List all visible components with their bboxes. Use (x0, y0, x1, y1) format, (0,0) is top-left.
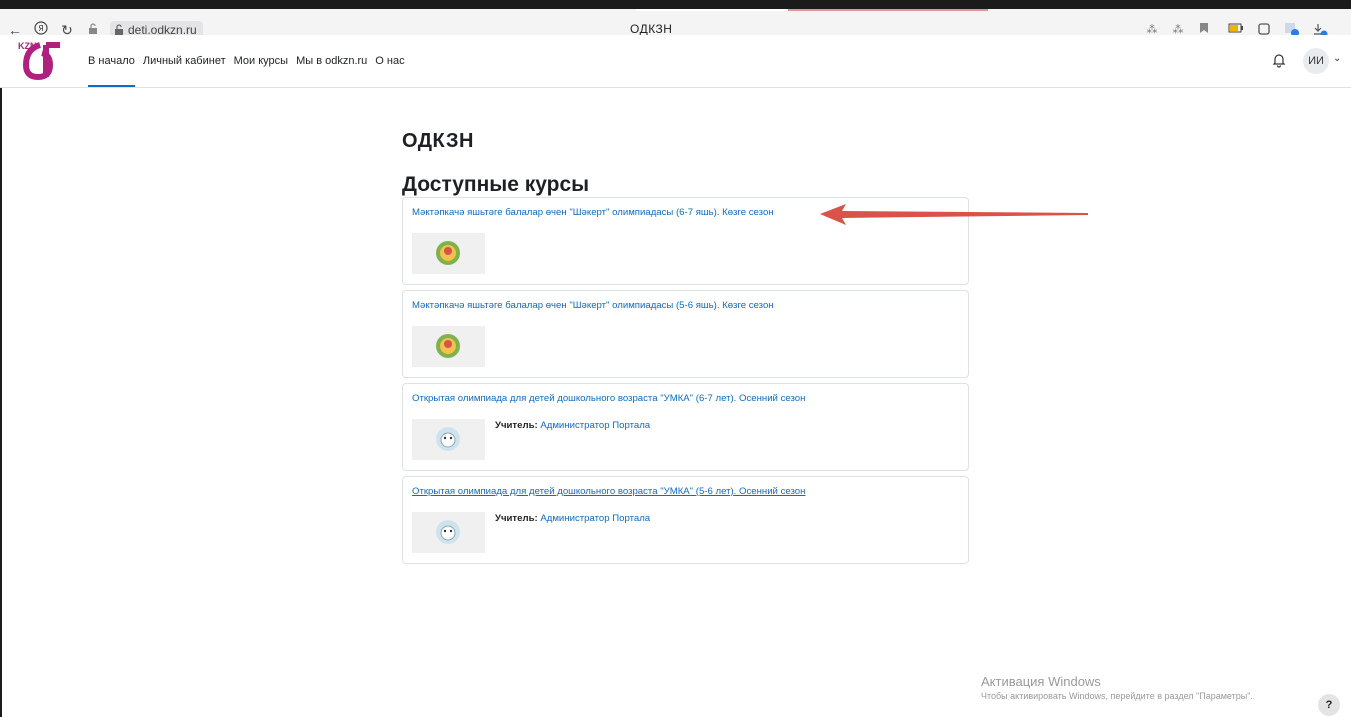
site-logo[interactable]: KZN (16, 39, 64, 81)
page-title: ОДКЗН (402, 130, 474, 152)
watermark-subtitle: Чтобы активировать Windows, перейдите в … (981, 691, 1253, 701)
lock-icon (115, 24, 123, 35)
annotation-arrow (820, 204, 1088, 225)
course-link[interactable]: Открытая олимпиада для детей дошкольного… (412, 486, 805, 497)
course-card: Мәктәпкачә яшьтәге балалар өчен "Шәкерт"… (402, 290, 969, 378)
bell-icon[interactable] (1272, 52, 1286, 68)
watermark-title: Активация Windows (981, 674, 1101, 689)
nav-item-about[interactable]: О нас (375, 35, 404, 88)
teacher-link[interactable]: Администратор Портала (540, 513, 650, 524)
teacher-label: Учитель: (495, 513, 538, 524)
teacher-link[interactable]: Администратор Портала (540, 420, 650, 431)
window-edge (0, 35, 2, 717)
course-card: Открытая олимпиада для детей дошкольного… (402, 476, 969, 564)
course-teacher: Учитель: Администратор Портала (495, 513, 650, 524)
course-link[interactable]: Мәктәпкачә яшьтәге балалар өчен "Шәкерт"… (412, 207, 774, 218)
course-link[interactable]: Открытая олимпиада для детей дошкольного… (412, 393, 805, 404)
nav-item-social[interactable]: Мы в odkzn.ru (296, 35, 367, 88)
nav-item-my-courses[interactable]: Мои курсы (234, 35, 288, 88)
nav-item-home[interactable]: В начало (88, 35, 135, 88)
course-image[interactable] (412, 233, 485, 274)
course-link[interactable]: Мәктәпкачә яшьтәге балалар өчен "Шәкерт"… (412, 300, 774, 311)
course-teacher: Учитель: Администратор Портала (495, 420, 650, 431)
windows-activation-watermark: Активация Windows Чтобы активировать Win… (981, 674, 1253, 701)
main-content: ОДКЗН Доступные курсы (402, 126, 969, 200)
teacher-label: Учитель: (495, 420, 538, 431)
primary-navigation: В начало Личный кабинет Мои курсы Мы в o… (88, 35, 413, 88)
browser-page-title: ОДКЗН (630, 22, 673, 36)
course-image[interactable] (412, 326, 485, 367)
tab-indicator (636, 9, 786, 11)
svg-text:Я: Я (38, 24, 44, 33)
course-image[interactable] (412, 512, 485, 553)
course-card: Открытая олимпиада для детей дошкольного… (402, 383, 969, 471)
site-navbar: KZN В начало Личный кабинет Мои курсы Мы… (0, 35, 1351, 88)
chevron-down-icon[interactable]: ⌄ (1333, 53, 1341, 64)
avatar[interactable]: ИИ (1303, 48, 1329, 74)
section-title: Доступные курсы (402, 173, 590, 196)
nav-item-dashboard[interactable]: Личный кабинет (143, 35, 226, 88)
tab-indicator-secondary (788, 9, 988, 11)
course-image[interactable] (412, 419, 485, 460)
help-button[interactable]: ? (1318, 694, 1340, 716)
